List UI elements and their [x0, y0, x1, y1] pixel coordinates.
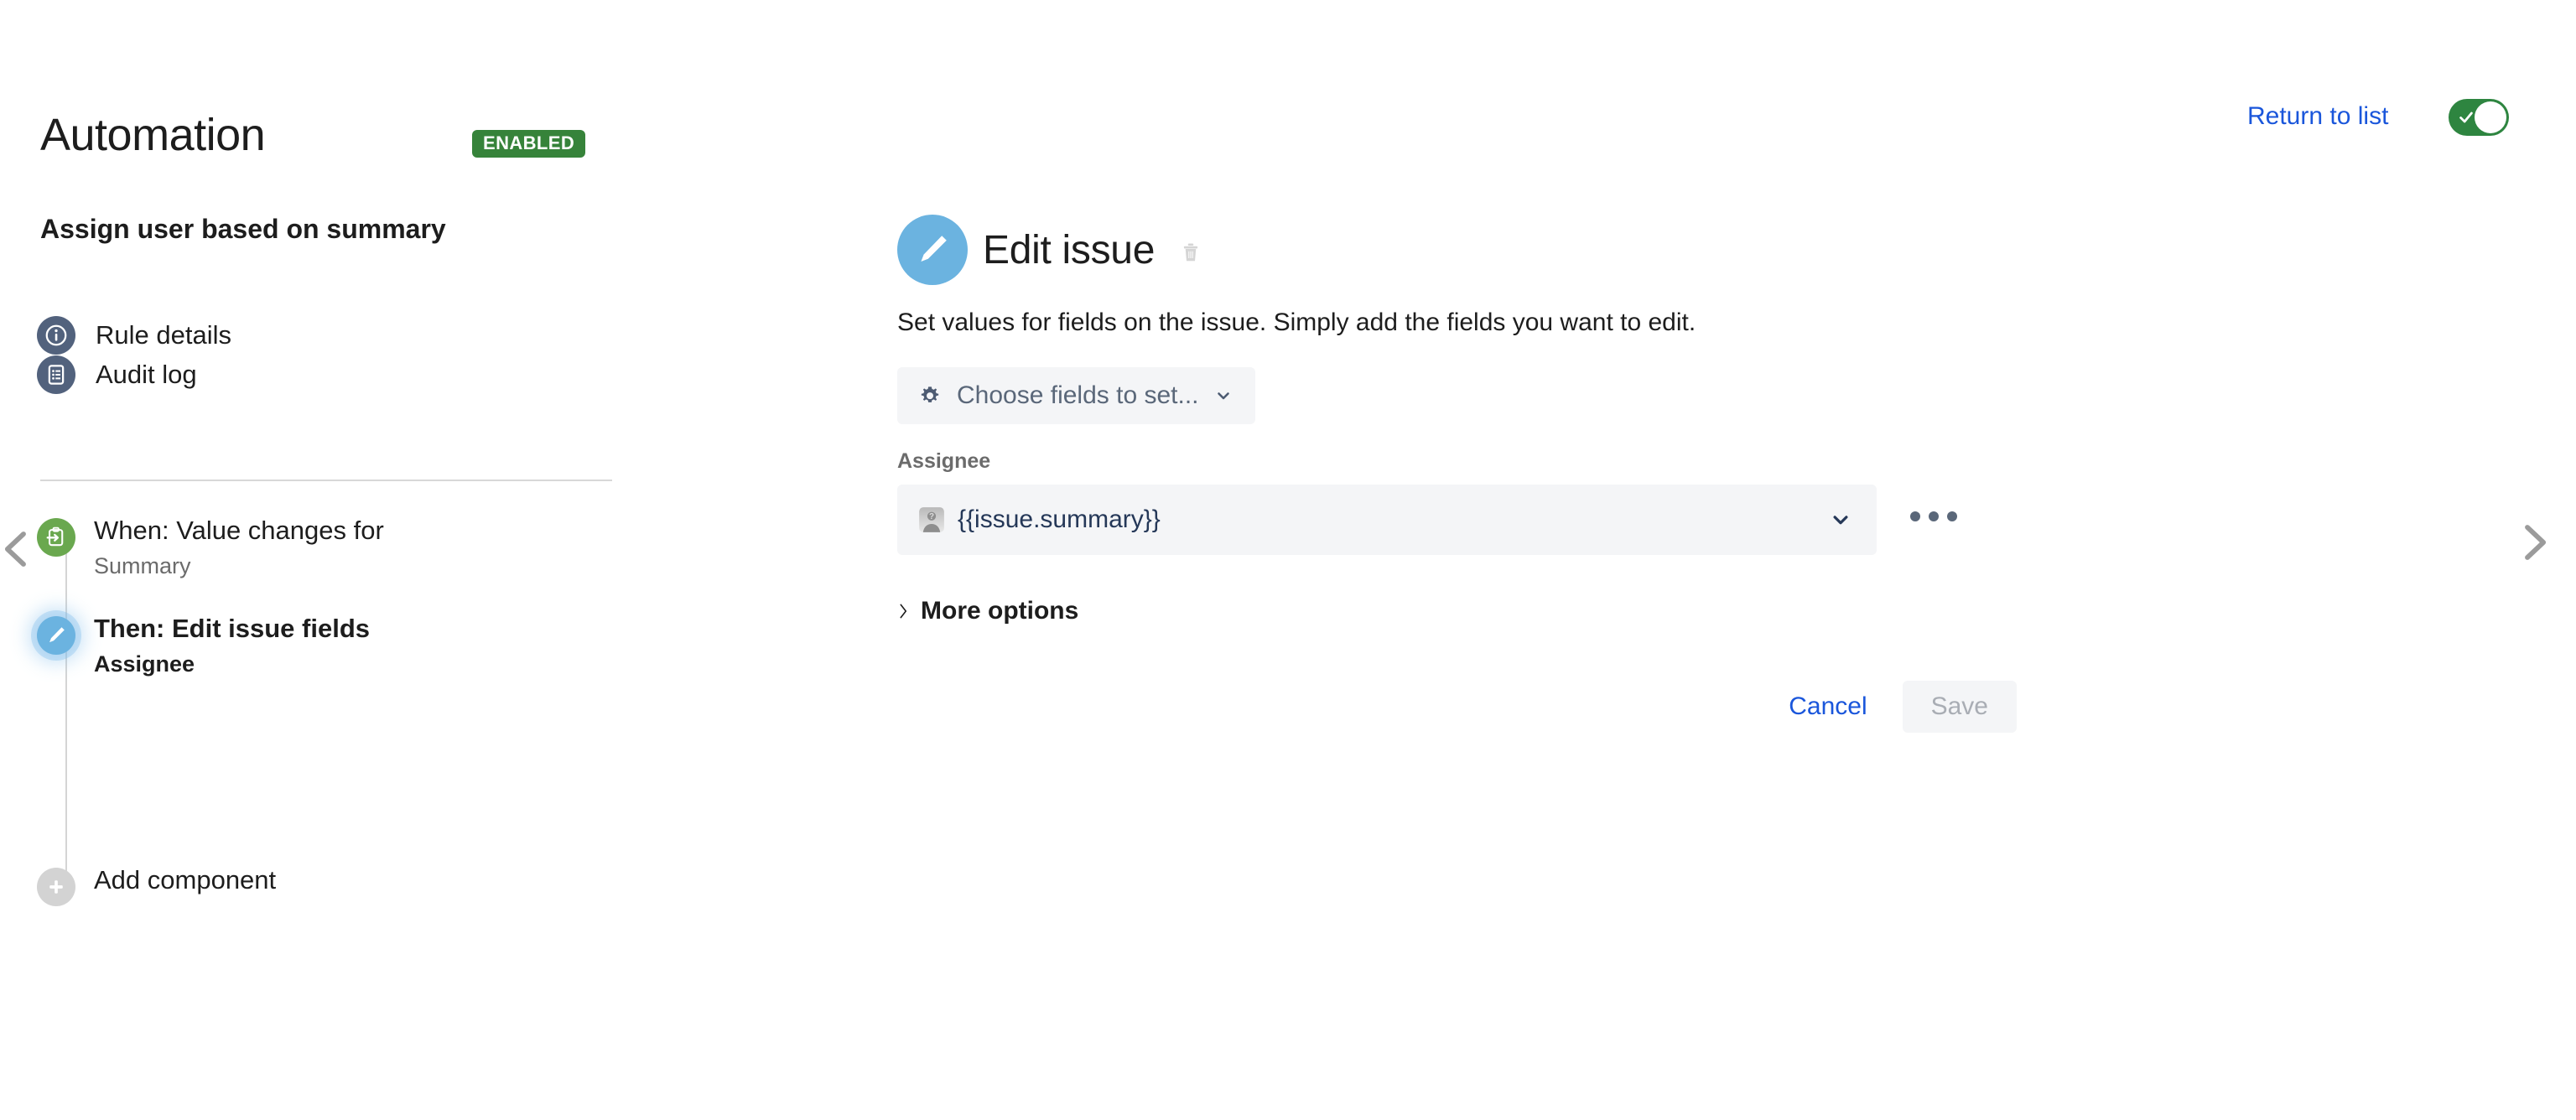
save-button[interactable]: Save [1902, 681, 2017, 733]
rule-step-title: Add component [94, 865, 277, 894]
assignee-field[interactable]: ? {{issue.summary}} [897, 485, 1877, 555]
ellipsis-icon[interactable] [1902, 503, 1966, 530]
assignee-value: {{issue.summary}} [958, 506, 1161, 533]
rule-enabled-toggle[interactable] [2449, 99, 2509, 136]
toggle-knob [2475, 101, 2506, 133]
rule-step-text: Then: Edit issue fields Assignee [94, 613, 370, 677]
rule-tree-connector-line [65, 537, 67, 897]
rule-step-text: When: Value changes for Summary [94, 515, 384, 579]
gear-icon [917, 383, 943, 408]
component-header: Edit issue [897, 215, 1203, 285]
sidebar-divider [40, 480, 612, 481]
rule-step-title: When: Value changes for [94, 516, 384, 545]
choose-fields-label: Choose fields to set... [957, 381, 1199, 409]
component-detail-panel: Edit issue Set values for fields on the … [889, 0, 2576, 1120]
list-document-icon [37, 355, 75, 394]
chevron-left-icon[interactable] [0, 526, 39, 572]
trigger-clipboard-icon [37, 518, 75, 557]
rule-step-subtitle: Summary [94, 552, 191, 578]
cancel-button[interactable]: Cancel [1774, 681, 1882, 733]
component-title: Edit issue [983, 227, 1156, 272]
anonymous-user-avatar-icon: ? [917, 506, 946, 534]
sidebar-item-label: Rule details [96, 320, 231, 350]
sidebar-item-label: Audit log [96, 360, 197, 389]
chevron-right-icon [896, 600, 911, 622]
form-actions: Cancel Save [889, 681, 2017, 733]
sidebar-item-rule-details[interactable]: Rule details [37, 316, 231, 355]
more-options-label: More options [921, 597, 1079, 625]
ellipsis-dot [1947, 511, 1957, 521]
rule-step-title: Then: Edit issue fields [94, 614, 370, 643]
sidebar-item-audit-log[interactable]: Audit log [37, 355, 197, 394]
trash-icon[interactable] [1178, 240, 1203, 265]
pencil-icon [897, 215, 968, 285]
info-circle-icon [37, 316, 75, 355]
svg-text:?: ? [929, 512, 934, 521]
pencil-icon [37, 616, 75, 655]
page-title: Automation [40, 110, 266, 160]
rule-sidebar: Automation ENABLED Assign user based on … [0, 0, 889, 1120]
ellipsis-dot [1910, 511, 1920, 521]
component-description: Set values for fields on the issue. Simp… [897, 309, 1696, 336]
chevron-down-icon [1213, 386, 1233, 406]
choose-fields-dropdown[interactable]: Choose fields to set... [897, 367, 1255, 424]
status-badge: ENABLED [472, 130, 586, 158]
check-icon [2457, 108, 2475, 127]
assignee-field-label: Assignee [897, 449, 991, 473]
chevron-down-icon[interactable] [1828, 507, 1853, 532]
rule-name-heading: Assign user based on summary [40, 214, 446, 244]
ellipsis-dot [1929, 511, 1939, 521]
rule-step-subtitle: Assignee [94, 651, 195, 677]
more-options-toggle[interactable]: More options [896, 597, 1078, 625]
chevron-right-icon[interactable] [2512, 520, 2558, 565]
rule-step-text: Add component [94, 864, 276, 897]
return-to-list-link[interactable]: Return to list [2247, 102, 2388, 131]
plus-icon [37, 868, 75, 906]
